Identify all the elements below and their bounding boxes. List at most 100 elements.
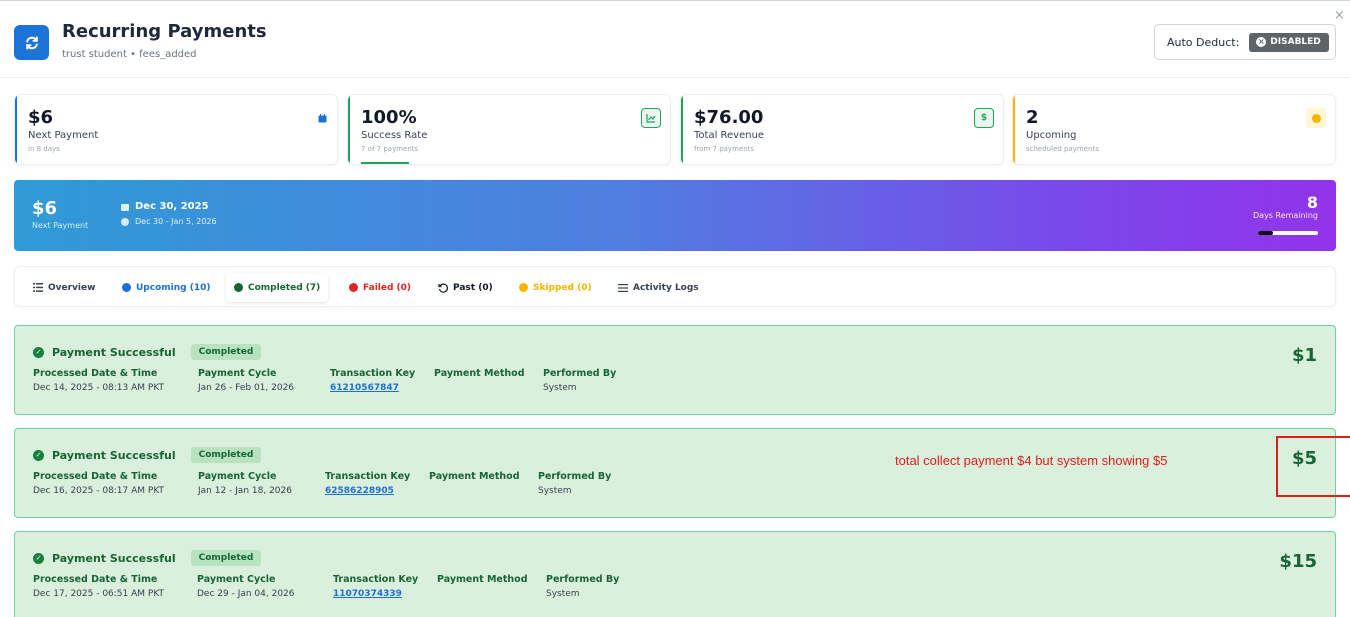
stat-card-next-payment: $6 Next Payment in 8 days	[14, 94, 338, 165]
column-header: Processed Date & Time	[33, 471, 158, 482]
tab-activity-logs[interactable]: Activity Logs	[610, 273, 707, 302]
status-badge: Completed	[190, 344, 262, 360]
page-subtitle: trust student • fees_added	[62, 49, 197, 60]
stat-sub: 7 of 7 payments	[361, 145, 419, 153]
check-circle-icon: ✓	[33, 449, 44, 461]
column-header: Payment Method	[429, 471, 520, 482]
payment-status-text: Payment Successful	[52, 448, 176, 462]
tab-label: Failed (0)	[363, 282, 412, 293]
processed-value: Dec 17, 2025 - 06:51 AM PKT	[33, 589, 165, 599]
banner-amount: $6	[32, 198, 58, 219]
annotation-text: total collect payment $4 but system show…	[895, 453, 1168, 468]
tab-past[interactable]: Past (0)	[430, 273, 501, 302]
performed-by-column: Performed By System	[546, 574, 619, 599]
performed-by-column: Performed By System	[538, 471, 611, 496]
column-header: Payment Method	[437, 574, 528, 585]
check-circle-icon	[234, 283, 243, 292]
annotation-highlight-box	[1276, 436, 1350, 497]
performed-by-value: System	[546, 589, 580, 599]
key-column: Transaction Key 11070374339	[333, 574, 418, 599]
tab-skipped[interactable]: Skipped (0)	[511, 273, 600, 302]
stat-card-upcoming: 2 Upcoming scheduled payments	[1012, 94, 1336, 165]
x-circle-icon: ×	[1256, 37, 1267, 47]
calendar-icon	[121, 203, 129, 211]
tab-overview[interactable]: Overview	[25, 273, 103, 302]
column-header: Transaction Key	[333, 574, 419, 585]
payment-amount: $1	[1291, 345, 1317, 366]
payment-status: ✓ Payment Successful Completed	[33, 447, 262, 463]
cycle-value: Jan 26 - Feb 01, 2026	[198, 383, 295, 393]
key-column: Transaction Key 62586228905	[325, 471, 410, 496]
progress-fill	[1258, 231, 1273, 235]
auto-deduct-status: DISABLED	[1270, 37, 1321, 47]
days-remaining-label: Days Remaining	[1253, 211, 1318, 220]
tab-upcoming[interactable]: Upcoming (10)	[114, 273, 218, 302]
payment-status-text: Payment Successful	[52, 345, 176, 359]
skip-icon	[519, 283, 528, 292]
card-accent	[1013, 95, 1015, 164]
stat-label: Total Revenue	[694, 130, 765, 141]
auto-deduct-status-badge[interactable]: × DISABLED	[1249, 32, 1329, 52]
cycle-column: Payment Cycle Jan 12 - Jan 18, 2026	[198, 471, 292, 496]
processed-value: Dec 16, 2025 - 08:17 AM PKT	[33, 486, 165, 496]
x-circle-icon	[349, 283, 358, 292]
column-header: Transaction Key	[330, 368, 416, 379]
stat-label: Next Payment	[28, 130, 99, 141]
menu-icon	[618, 283, 628, 292]
cycle-value: Jan 12 - Jan 18, 2026	[198, 486, 292, 496]
success-underline	[361, 162, 409, 164]
processed-column: Processed Date & Time Dec 14, 2025 - 08:1…	[33, 368, 164, 393]
calendar-icon	[312, 108, 332, 128]
column-header: Payment Cycle	[198, 471, 277, 482]
column-header: Performed By	[543, 368, 617, 379]
payment-status: ✓ Payment Successful Completed	[33, 344, 262, 360]
processed-column: Processed Date & Time Dec 17, 2025 - 06:5…	[33, 574, 164, 599]
tab-label: Skipped (0)	[533, 282, 592, 293]
history-icon	[438, 283, 448, 293]
stat-value: $76.00	[694, 107, 764, 128]
chart-icon	[641, 108, 661, 128]
transaction-key-link[interactable]: 11070374339	[333, 589, 418, 599]
stat-sub: from 7 payments	[694, 145, 755, 153]
check-circle-icon: ✓	[33, 346, 44, 358]
performed-by-value: System	[543, 383, 577, 393]
stat-value: $6	[28, 107, 54, 128]
card-accent	[681, 95, 683, 164]
tab-label: Past (0)	[453, 282, 493, 293]
auto-deduct-toggle[interactable]: Auto Deduct: × DISABLED	[1154, 24, 1336, 60]
stat-value: 100%	[361, 107, 417, 128]
banner-amount-label: Next Payment	[32, 221, 89, 230]
refresh-icon	[14, 25, 49, 60]
column-header: Payment Cycle	[198, 368, 277, 379]
cycle-column: Payment Cycle Dec 29 - Jan 04, 2026	[197, 574, 295, 599]
method-column: Payment Method	[434, 368, 525, 383]
processed-value: Dec 14, 2025 - 08:13 AM PKT	[33, 383, 165, 393]
tab-label: Upcoming (10)	[136, 282, 211, 293]
stat-value: 2	[1026, 107, 1039, 128]
payment-status-text: Payment Successful	[52, 551, 176, 565]
tab-failed[interactable]: Failed (0)	[341, 273, 419, 302]
method-column: Payment Method	[429, 471, 520, 486]
card-accent	[348, 95, 350, 164]
tab-completed[interactable]: Completed (7)	[226, 273, 329, 302]
stat-label: Success Rate	[361, 130, 428, 141]
column-header: Payment Cycle	[197, 574, 276, 585]
list-icon	[33, 283, 43, 292]
transaction-key-link[interactable]: 61210567847	[330, 383, 415, 393]
status-badge: Completed	[190, 447, 262, 463]
payment-amount: $15	[1279, 551, 1317, 572]
column-header: Processed Date & Time	[33, 574, 158, 585]
cycle-value: Dec 29 - Jan 04, 2026	[197, 589, 295, 599]
key-column: Transaction Key 61210567847	[330, 368, 415, 393]
dollar-icon: $	[974, 108, 994, 128]
days-progress-bar	[1258, 231, 1318, 235]
auto-deduct-label: Auto Deduct:	[1167, 35, 1240, 49]
performed-by-value: System	[538, 486, 572, 496]
days-remaining-value: 8	[1306, 193, 1318, 212]
card-accent	[15, 95, 17, 164]
banner-range-text: Dec 30 - Jan 5, 2026	[135, 217, 217, 226]
column-header: Transaction Key	[325, 471, 411, 482]
tab-label: Completed (7)	[248, 282, 321, 293]
transaction-key-link[interactable]: 62586228905	[325, 486, 410, 496]
tab-bar: Overview Upcoming (10) Completed (7) Fai…	[14, 266, 1336, 307]
